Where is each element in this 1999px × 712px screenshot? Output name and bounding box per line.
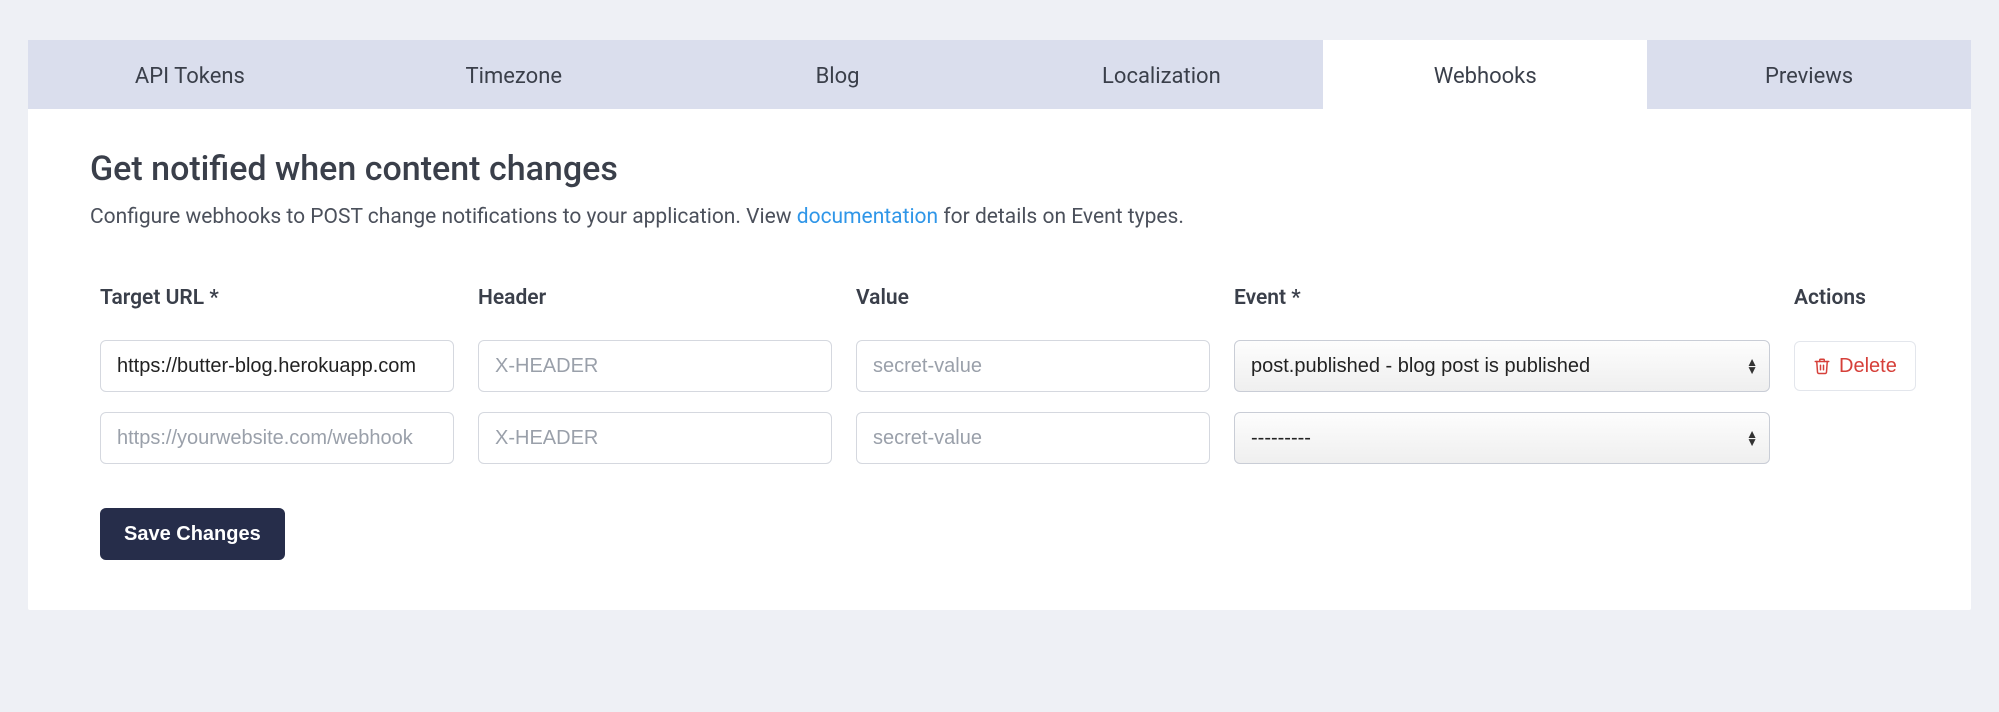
col-target-url: Target URL * — [100, 286, 454, 320]
webhooks-grid: Target URL * Header Value Event * Action… — [90, 286, 1909, 464]
value-input[interactable] — [856, 340, 1210, 392]
tab-localization[interactable]: Localization — [999, 40, 1323, 109]
documentation-link[interactable]: documentation — [797, 205, 938, 229]
page-title: Get notified when content changes — [90, 149, 1909, 189]
header-input[interactable] — [478, 340, 832, 392]
tab-previews[interactable]: Previews — [1647, 40, 1971, 109]
col-header: Header — [478, 286, 832, 320]
value-input[interactable] — [856, 412, 1210, 464]
event-select[interactable]: --------- — [1234, 412, 1770, 464]
event-select-wrap: post.published - blog post is published … — [1234, 340, 1770, 392]
tab-blog[interactable]: Blog — [676, 40, 1000, 109]
webhooks-content: Get notified when content changes Config… — [28, 109, 1971, 610]
save-changes-button[interactable]: Save Changes — [100, 508, 285, 560]
subtitle-suffix: for details on Event types. — [938, 205, 1184, 229]
action-cell: Delete — [1794, 341, 1914, 391]
settings-panel: API Tokens Timezone Blog Localization We… — [28, 40, 1971, 610]
target-url-input[interactable] — [100, 340, 454, 392]
event-select-wrap: --------- ▲▼ — [1234, 412, 1770, 464]
delete-button-label: Delete — [1839, 355, 1897, 378]
tab-api-tokens[interactable]: API Tokens — [28, 40, 352, 109]
trash-icon — [1813, 356, 1831, 376]
col-event: Event * — [1234, 286, 1770, 320]
tab-timezone[interactable]: Timezone — [352, 40, 676, 109]
target-url-input[interactable] — [100, 412, 454, 464]
page-subtitle: Configure webhooks to POST change notifi… — [90, 203, 1909, 232]
save-row: Save Changes — [90, 508, 1909, 560]
header-input[interactable] — [478, 412, 832, 464]
delete-button[interactable]: Delete — [1794, 341, 1916, 391]
subtitle-prefix: Configure webhooks to POST change notifi… — [90, 205, 797, 229]
col-value: Value — [856, 286, 1210, 320]
settings-tabs: API Tokens Timezone Blog Localization We… — [28, 40, 1971, 109]
col-actions: Actions — [1794, 286, 1914, 320]
tab-webhooks[interactable]: Webhooks — [1323, 40, 1647, 109]
event-select[interactable]: post.published - blog post is published — [1234, 340, 1770, 392]
